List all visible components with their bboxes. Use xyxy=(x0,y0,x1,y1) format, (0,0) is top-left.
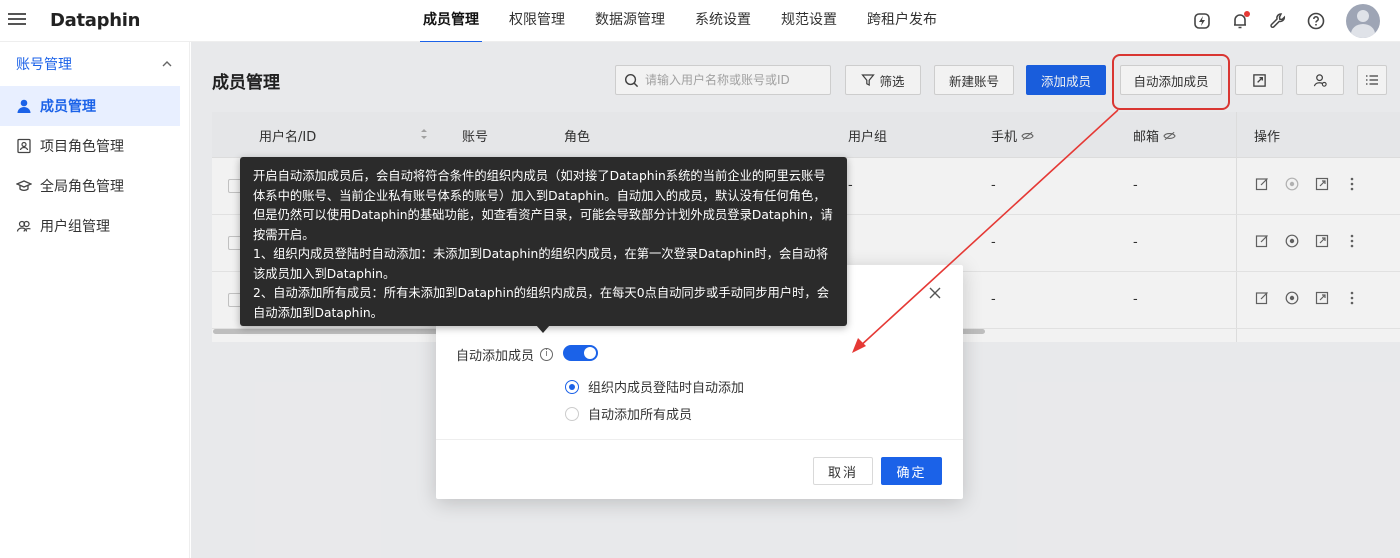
radio-button[interactable] xyxy=(565,406,579,421)
tab-standard-settings[interactable]: 规范设置 xyxy=(766,0,852,42)
sidebar-item-label: 项目角色管理 xyxy=(40,139,124,155)
radio-option-add-all[interactable]: 自动添加所有成员 xyxy=(565,404,692,423)
tab-datasource-management[interactable]: 数据源管理 xyxy=(580,0,680,42)
radio-button[interactable] xyxy=(565,379,579,394)
sidebar-group-account[interactable]: 账号管理 xyxy=(0,42,189,86)
tooltip-paragraph: 1、组织内成员登陆时自动添加：未添加到Dataphin的组织内成员，在第一次登录… xyxy=(253,247,829,281)
radio-option-login-add[interactable]: 组织内成员登陆时自动添加 xyxy=(565,377,744,396)
tooltip-arrow xyxy=(536,325,550,333)
close-icon[interactable] xyxy=(927,285,943,301)
auto-add-field-label: 自动添加成员 i xyxy=(456,345,554,364)
menu-icon[interactable] xyxy=(8,10,26,28)
radio-label: 自动添加所有成员 xyxy=(588,408,693,423)
sidebar-item-label: 用户组管理 xyxy=(40,219,110,235)
avatar[interactable] xyxy=(1346,4,1380,38)
sidebar-item-project-role[interactable]: 项目角色管理 xyxy=(0,126,189,166)
tooltip-paragraph: 2、自动添加所有成员：所有未添加到Dataphin的组织内成员，在每天0点自动同… xyxy=(253,286,829,320)
sidebar-item-label: 成员管理 xyxy=(40,99,96,115)
top-bar: Dataphin 成员管理 权限管理 数据源管理 系统设置 规范设置 跨租户发布 xyxy=(0,0,1400,43)
top-nav: 成员管理 权限管理 数据源管理 系统设置 规范设置 跨租户发布 xyxy=(408,0,952,43)
info-tooltip: 开启自动添加成员后，会自动将符合条件的组织内成员（如对接了Dataphin系统的… xyxy=(240,157,847,326)
tab-cross-tenant-publish[interactable]: 跨租户发布 xyxy=(852,0,952,42)
confirm-button[interactable]: 确定 xyxy=(881,457,942,485)
app-logo[interactable]: Dataphin xyxy=(50,10,140,31)
sidebar-item-global-role[interactable]: 全局角色管理 xyxy=(0,166,189,206)
sidebar: 账号管理 成员管理 项目角色管理 全局角色管理 用户组管理 xyxy=(0,42,190,558)
tab-permission-management[interactable]: 权限管理 xyxy=(494,0,580,42)
id-card-icon xyxy=(16,138,32,154)
tab-system-settings[interactable]: 系统设置 xyxy=(680,0,766,42)
info-icon[interactable]: i xyxy=(540,348,554,361)
wrench-icon[interactable] xyxy=(1268,11,1288,31)
field-label: 自动添加成员 xyxy=(456,349,535,364)
tab-member-management[interactable]: 成员管理 xyxy=(408,0,494,43)
chevron-up-icon xyxy=(162,61,172,67)
auto-add-toggle[interactable] xyxy=(563,345,598,361)
cancel-button[interactable]: 取消 xyxy=(813,457,873,485)
users-icon xyxy=(16,218,32,234)
graduation-cap-icon xyxy=(16,178,32,194)
tooltip-paragraph: 开启自动添加成员后，会自动将符合条件的组织内成员（如对接了Dataphin系统的… xyxy=(253,169,833,242)
sidebar-item-member-management[interactable]: 成员管理 xyxy=(0,86,180,126)
sidebar-group-label: 账号管理 xyxy=(16,57,72,73)
bell-icon[interactable] xyxy=(1230,11,1250,31)
sidebar-item-user-group[interactable]: 用户组管理 xyxy=(0,206,189,246)
sidebar-item-label: 全局角色管理 xyxy=(40,179,124,195)
notification-dot xyxy=(1244,11,1250,17)
bolt-icon[interactable] xyxy=(1192,11,1212,31)
help-icon[interactable] xyxy=(1306,11,1326,31)
modal-divider xyxy=(436,439,963,440)
top-icons xyxy=(1192,4,1380,38)
radio-label: 组织内成员登陆时自动添加 xyxy=(588,381,745,396)
user-icon xyxy=(16,98,32,114)
